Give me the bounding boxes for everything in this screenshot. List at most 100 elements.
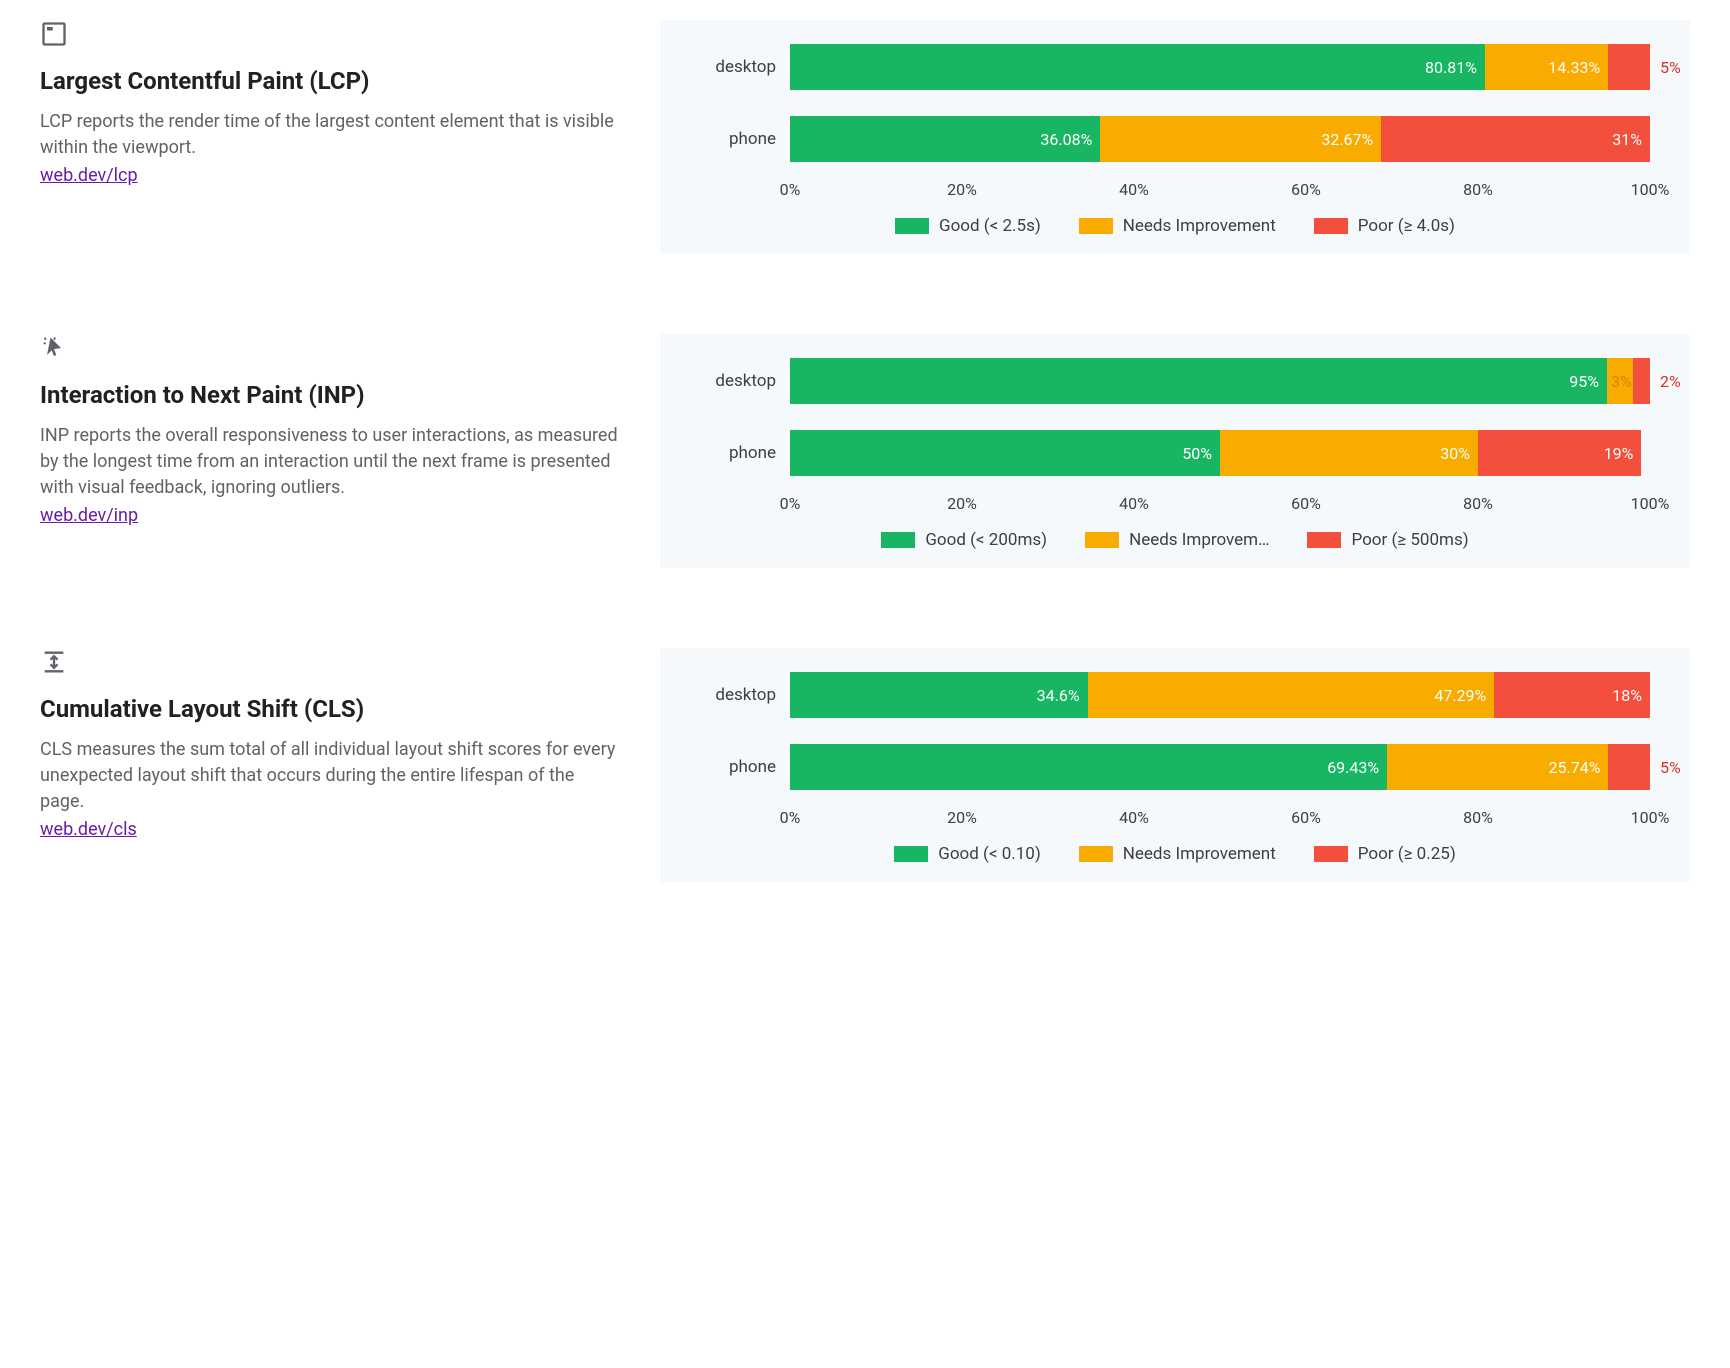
metric-docs-link[interactable]: web.dev/cls — [40, 819, 137, 840]
axis-tick-label: 40% — [1119, 494, 1149, 513]
metric-description: LCP reports the render time of the large… — [40, 109, 620, 161]
metric-title: Largest Contentful Paint (LCP) — [40, 66, 620, 97]
cls-chart: desktop 34.6% 47.29% 18% phone 69.43% 25.74% 5%… — [660, 648, 1690, 882]
axis-tick-label: 20% — [947, 494, 977, 513]
bar-segment-needs: 25.74% — [1387, 744, 1608, 790]
bar-segment-poor: 18% — [1494, 672, 1650, 718]
axis-tick-label: 40% — [1119, 808, 1149, 827]
stacked-bar: 50% 30% 19% — [790, 430, 1650, 476]
legend-label: Poor (≥ 0.25) — [1358, 844, 1456, 864]
legend-swatch-icon — [1079, 218, 1113, 234]
legend-item-poor: Poor (≥ 0.25) — [1314, 844, 1456, 864]
legend-swatch-icon — [881, 532, 915, 548]
bar-value-label: 30% — [1440, 444, 1470, 463]
stacked-bar: 36.08%32.67%31% — [790, 116, 1650, 162]
bar-value-label: 2% — [1650, 358, 1681, 404]
legend-swatch-icon — [895, 218, 929, 234]
legend-swatch-icon — [894, 846, 928, 862]
row-label: desktop — [700, 371, 790, 391]
axis-tick-label: 80% — [1463, 808, 1493, 827]
bar-segment-poor: 2% — [1633, 358, 1650, 404]
chart-legend: Good (< 200ms) Needs Improvem… Poor (≥ 500… — [700, 530, 1650, 550]
legend-swatch-icon — [1307, 532, 1341, 548]
row-label: desktop — [700, 685, 790, 705]
row-label: phone — [700, 129, 790, 149]
legend-item-good: Good (< 2.5s) — [895, 216, 1041, 236]
bar-segment-needs: 14.33% — [1485, 44, 1608, 90]
bar-value-label: 18% — [1612, 686, 1642, 705]
legend-item-good: Good (< 200ms) — [881, 530, 1047, 550]
bar-segment-good: 80.81% — [790, 44, 1485, 90]
chart-legend: Good (< 0.10) Needs Improvement Poor (≥ 0.… — [700, 844, 1650, 864]
legend-label: Needs Improvem… — [1129, 530, 1269, 550]
bar-segment-good: 50% — [790, 430, 1220, 476]
legend-item-good: Good (< 0.10) — [894, 844, 1041, 864]
legend-label: Poor (≥ 500ms) — [1351, 530, 1468, 550]
bar-value-label: 5% — [1650, 44, 1681, 90]
stacked-bar: 34.6% 47.29% 18% — [790, 672, 1650, 718]
inp-icon — [40, 334, 68, 362]
stacked-bar: 95%3%2% — [790, 358, 1650, 404]
axis-tick-label: 20% — [947, 180, 977, 199]
bar-value-label: 36.08% — [1040, 130, 1092, 149]
chart-row: phone69.43%25.74%5% — [700, 744, 1650, 790]
metric-lcp: Largest Contentful Paint (LCP) LCP report… — [40, 20, 1690, 254]
metric-cls: Cumulative Layout Shift (CLS)CLS measure… — [40, 648, 1690, 882]
legend-label: Needs Improvement — [1123, 216, 1276, 236]
legend-label: Poor (≥ 4.0s) — [1358, 216, 1455, 236]
metric-title: Interaction to Next Paint (INP) — [40, 380, 620, 411]
legend-label: Good (< 0.10) — [938, 844, 1041, 864]
legend-item-poor: Poor (≥ 500ms) — [1307, 530, 1468, 550]
lcp-chart: desktop80.81%14.33%5%phone36.08%32.67%31… — [660, 20, 1690, 254]
metric-docs-link[interactable]: web.dev/lcp — [40, 165, 138, 186]
axis-tick-label: 40% — [1119, 180, 1149, 199]
bar-segment-good: 34.6% — [790, 672, 1088, 718]
bar-value-label: 34.6% — [1037, 686, 1080, 705]
bar-segment-good: 95% — [790, 358, 1607, 404]
metric-cls-description-panel: Cumulative Layout Shift (CLS)CLS measure… — [40, 648, 620, 840]
legend-item-poor: Poor (≥ 4.0s) — [1314, 216, 1455, 236]
bar-segment-poor: 19% — [1478, 430, 1641, 476]
axis-tick-label: 80% — [1463, 180, 1493, 199]
bar-value-label: 32.67% — [1321, 130, 1373, 149]
bar-value-label: 5% — [1650, 744, 1681, 790]
legend-item-needs: Needs Improvement — [1079, 216, 1276, 236]
chart-row: phone50% 30% 19% — [700, 430, 1650, 476]
axis-tick-label: 60% — [1291, 808, 1321, 827]
row-label: phone — [700, 443, 790, 463]
core-web-vitals-metrics: Largest Contentful Paint (LCP) LCP report… — [40, 20, 1690, 882]
row-label: phone — [700, 757, 790, 777]
axis-tick-label: 20% — [947, 808, 977, 827]
axis-tick-label: 0% — [780, 808, 801, 827]
metric-docs-link[interactable]: web.dev/inp — [40, 505, 138, 526]
legend-label: Good (< 2.5s) — [939, 216, 1041, 236]
metric-inp: Interaction to Next Paint (INP) INP repor… — [40, 334, 1690, 568]
inp-chart: desktop95%3%2%phone50%30%19%0%20%40%60%8… — [660, 334, 1690, 568]
legend-item-needs: Needs Improvem… — [1085, 530, 1269, 550]
bar-segment-needs: 32.67% — [1100, 116, 1381, 162]
legend-label: Needs Improvement — [1123, 844, 1276, 864]
axis-tick-label: 60% — [1291, 180, 1321, 199]
bar-segment-needs: 3% — [1607, 358, 1633, 404]
chart-row: desktop95%3%2% — [700, 358, 1650, 404]
legend-swatch-icon — [1314, 218, 1348, 234]
metric-inp-description-panel: Interaction to Next Paint (INP) INP repor… — [40, 334, 620, 526]
axis-tick-label: 100% — [1631, 808, 1670, 827]
lcp-icon — [40, 20, 68, 48]
cls-icon — [40, 648, 68, 676]
legend-item-needs: Needs Improvement — [1079, 844, 1276, 864]
axis-tick-label: 100% — [1631, 494, 1670, 513]
bar-value-label: 25.74% — [1549, 758, 1601, 777]
bar-value-label: 80.81% — [1425, 58, 1477, 77]
axis-tick-label: 60% — [1291, 494, 1321, 513]
chart-legend: Good (< 2.5s) Needs Improvement Poor (≥ 4.… — [700, 216, 1650, 236]
bar-value-label: 3% — [1611, 372, 1632, 391]
bar-value-label: 69.43% — [1327, 758, 1379, 777]
bar-segment-needs: 47.29% — [1088, 672, 1495, 718]
bar-value-label: 47.29% — [1434, 686, 1486, 705]
axis-tick-label: 0% — [780, 494, 801, 513]
axis-tick-label: 100% — [1631, 180, 1670, 199]
bar-segment-good: 69.43% — [790, 744, 1387, 790]
stacked-bar: 80.81%14.33%5% — [790, 44, 1650, 90]
metric-description: INP reports the overall responsiveness t… — [40, 423, 620, 501]
